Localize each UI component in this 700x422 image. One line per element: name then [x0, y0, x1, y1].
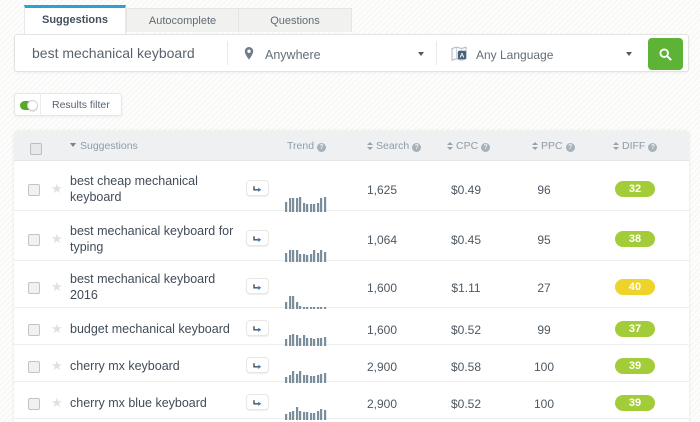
svg-text:A: A [460, 52, 465, 59]
